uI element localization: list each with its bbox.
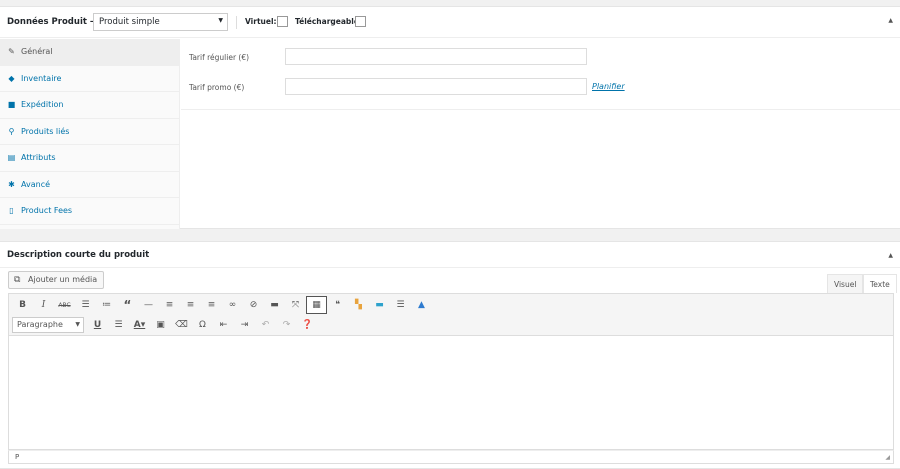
regular-price-label: Tarif régulier (€) — [189, 53, 250, 62]
chevron-down-icon: ▼ — [75, 321, 80, 328]
tab-attributes[interactable]: ▤ Attributs — [0, 145, 179, 172]
tab-text[interactable]: Texte — [863, 274, 897, 293]
downloadable-checkbox[interactable] — [355, 16, 366, 27]
clear-formatting-icon[interactable]: ⌫ — [171, 316, 192, 334]
numbered-list-icon[interactable]: ≔ — [96, 296, 117, 314]
undo-icon[interactable]: ↶ — [255, 316, 276, 334]
toolbar-toggle-icon[interactable]: ▦ — [306, 296, 327, 314]
tab-inventory[interactable]: ◆ Inventaire — [0, 66, 179, 92]
toolbar-row-1: B I ABC ☰ ≔ “ — ≡ ≡ ≡ ∞ ⊘ ▬ ⤧ ▦ ❝ ▚ ▬ ☰ … — [12, 296, 432, 314]
color-grid-icon[interactable]: ▚ — [348, 296, 369, 314]
downloadable-label: Téléchargeable: — [295, 17, 362, 26]
link-icon: ⚲ — [8, 126, 15, 136]
regular-price-input[interactable] — [285, 48, 587, 65]
editor-status-bar: P ◢ — [8, 450, 894, 464]
editor-toolbar: B I ABC ☰ ≔ “ — ≡ ≡ ≡ ∞ ⊘ ▬ ⤧ ▦ ❝ ▚ ▬ ☰ … — [8, 293, 894, 336]
short-description-header: Description courte du produit ▲ — [0, 242, 900, 268]
underline-icon[interactable]: U — [87, 316, 108, 334]
divider — [236, 16, 237, 29]
layout-icon[interactable]: ▬ — [369, 296, 390, 314]
tab-product-fees[interactable]: ▯ Product Fees — [0, 198, 179, 225]
tab-label: Expédition — [21, 100, 64, 110]
unlink-icon[interactable]: ⊘ — [243, 296, 264, 314]
truck-icon: ■ — [7, 100, 16, 110]
italic-icon[interactable]: I — [33, 296, 54, 314]
toolbar-row-2: Paragraphe ▼ U ☰ A▾ ▣ ⌫ Ω ⇤ ⇥ ↶ ↷ ❓ — [12, 316, 318, 334]
align-left-icon[interactable]: ≡ — [159, 296, 180, 314]
virtual-checkbox[interactable] — [277, 16, 288, 27]
horizontal-line-icon[interactable]: — — [138, 296, 159, 314]
bullet-list-icon[interactable]: ☰ — [75, 296, 96, 314]
paste-text-icon[interactable]: ▣ — [150, 316, 171, 334]
tab-label: Avancé — [21, 179, 51, 189]
short-description-title: Description courte du produit — [7, 249, 150, 260]
tab-label: Product Fees — [21, 206, 73, 216]
general-fields: Tarif régulier (€) Tarif promo (€) Plani… — [181, 39, 900, 110]
tag-icon: ◆ — [8, 73, 15, 83]
align-right-icon[interactable]: ≡ — [201, 296, 222, 314]
gear-icon: ✱ — [8, 179, 15, 189]
element-path: P — [15, 453, 20, 461]
regular-price-row: Tarif régulier (€) — [181, 48, 900, 70]
text-color-icon[interactable]: A▾ — [129, 316, 150, 334]
shortcode-icon[interactable]: ❝ — [327, 296, 348, 314]
collapse-arrow-icon[interactable]: ▲ — [888, 17, 893, 24]
indent-icon[interactable]: ⇥ — [234, 316, 255, 334]
editor-content-area[interactable] — [8, 336, 894, 450]
virtual-label: Virtuel: — [245, 17, 277, 26]
link-icon[interactable]: ∞ — [222, 296, 243, 314]
document-icon: ▯ — [9, 206, 14, 216]
strikethrough-icon[interactable]: ABC — [54, 296, 75, 314]
blockquote-icon[interactable]: “ — [117, 296, 138, 314]
add-media-button[interactable]: ⧉ Ajouter un média — [8, 271, 105, 289]
product-data-header: Données Produit — Produit simple ▼ Virtu… — [0, 7, 900, 38]
special-character-icon[interactable]: Ω — [192, 316, 213, 334]
resize-grip-icon[interactable]: ◢ — [885, 454, 890, 461]
short-description-panel: Description courte du produit ▲ ⧉ Ajoute… — [0, 241, 900, 469]
justify-icon[interactable]: ☰ — [108, 316, 129, 334]
product-data-tabs: ✎ Général ◆ Inventaire ■ Expédition ⚲ Pr… — [0, 39, 180, 229]
chevron-down-icon: ▼ — [218, 17, 223, 24]
media-icon: ⧉ — [14, 275, 21, 285]
redo-icon[interactable]: ↷ — [276, 316, 297, 334]
tab-advanced[interactable]: ✱ Avancé — [0, 172, 179, 198]
add-media-label: Ajouter un média — [28, 275, 98, 284]
tab-general[interactable]: ✎ Général — [0, 39, 179, 66]
divider-icon[interactable]: ☰ — [390, 296, 411, 314]
product-type-select[interactable]: Produit simple ▼ — [93, 13, 228, 31]
lock-icon[interactable]: ▲ — [411, 296, 432, 314]
tab-shipping[interactable]: ■ Expédition — [0, 92, 179, 119]
sale-price-label: Tarif promo (€) — [189, 83, 245, 92]
collapse-arrow-icon[interactable]: ▲ — [888, 252, 893, 259]
tab-linked-products[interactable]: ⚲ Produits liés — [0, 119, 179, 145]
help-icon[interactable]: ❓ — [297, 316, 318, 334]
tab-visual[interactable]: Visuel — [827, 274, 864, 293]
schedule-link[interactable]: Planifier — [592, 82, 625, 91]
paragraph-format-select[interactable]: Paragraphe ▼ — [12, 317, 84, 333]
table-icon: ▤ — [7, 153, 16, 163]
outdent-icon[interactable]: ⇤ — [213, 316, 234, 334]
fullscreen-icon[interactable]: ⤧ — [285, 296, 306, 314]
bold-icon[interactable]: B — [12, 296, 33, 314]
sale-price-row: Tarif promo (€) Planifier — [181, 78, 900, 100]
tab-label: Inventaire — [21, 73, 62, 83]
sale-price-input[interactable] — [285, 78, 587, 95]
tab-label: Attributs — [21, 153, 56, 163]
product-data-title: Données Produit — — [7, 17, 99, 27]
tab-label: Produits liés — [21, 126, 70, 136]
product-data-panel: Données Produit — Produit simple ▼ Virtu… — [0, 6, 900, 229]
product-type-value: Produit simple — [99, 17, 160, 27]
wrench-icon: ✎ — [8, 47, 15, 57]
paragraph-format-value: Paragraphe — [17, 320, 63, 329]
align-center-icon[interactable]: ≡ — [180, 296, 201, 314]
tab-label: Général — [21, 47, 53, 57]
read-more-icon[interactable]: ▬ — [264, 296, 285, 314]
